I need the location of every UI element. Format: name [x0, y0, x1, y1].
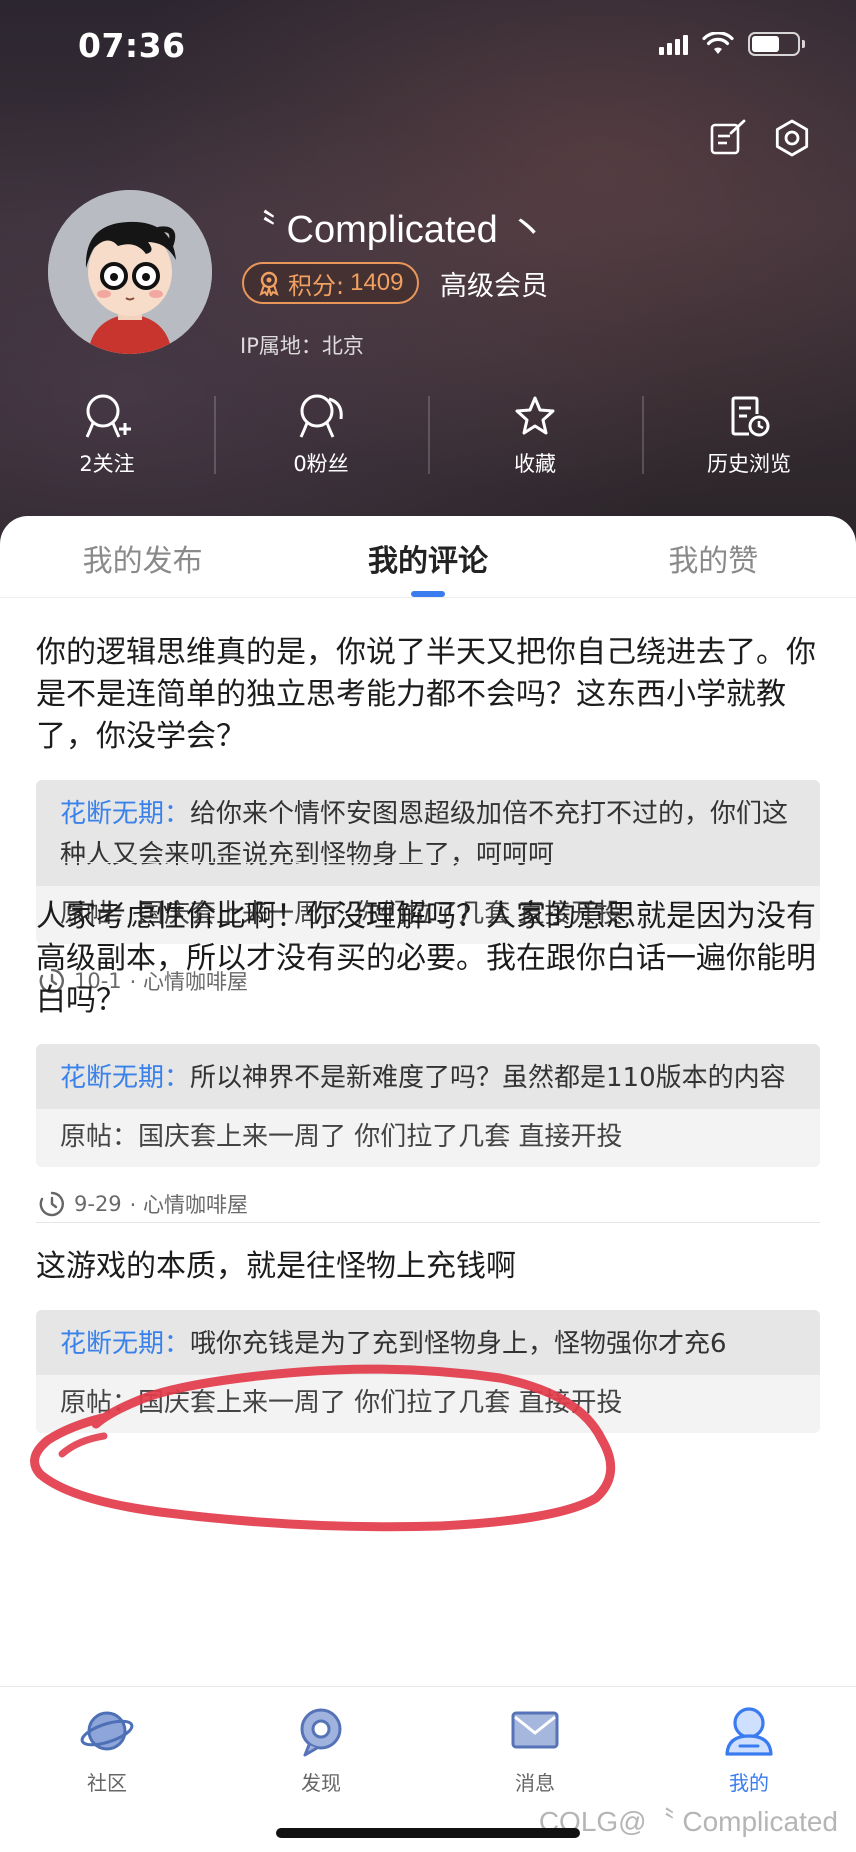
content-card: 我的发布 我的评论 我的赞 你的逻辑思维真的是，你说了半天又把你自己绕进去了。你…	[0, 516, 856, 1686]
divider	[36, 862, 820, 863]
gear-icon	[775, 119, 809, 157]
stat-fans-label: 0粉丝	[293, 452, 349, 476]
nav-messages-label: 消息	[515, 1771, 555, 1795]
reply-author[interactable]: 花断无期：	[60, 1063, 190, 1093]
edit-icon	[710, 119, 746, 155]
history-icon	[731, 396, 770, 437]
watermark: COLG@〝 Complicated	[538, 1806, 838, 1837]
comment-item[interactable]: 人家考虑性价比啊！你没理解吗？人家的意思就是因为没有高级副本，所以才没有买的必要…	[0, 896, 856, 1219]
profile-tabs: 我的发布 我的评论 我的赞	[0, 516, 856, 598]
nav-community[interactable]: 社区	[0, 1687, 214, 1852]
comment-meta: 9-29 · 心情咖啡屋	[38, 1189, 818, 1219]
mail-icon	[511, 1711, 559, 1749]
settings-button[interactable]	[770, 116, 814, 160]
reply-text: 所以神界不是新难度了吗？虽然都是110版本的内容	[190, 1063, 786, 1093]
tab-my-comments[interactable]: 我的评论	[285, 516, 570, 597]
stat-favorites[interactable]: 收藏	[428, 392, 642, 492]
star-icon	[515, 396, 555, 435]
original-post[interactable]: 原帖：国庆套上来一周了 你们拉了几套 直接开投	[36, 1375, 820, 1433]
wifi-icon	[702, 32, 734, 54]
original-post[interactable]: 原帖：国庆套上来一周了 你们拉了几套 直接开投	[36, 1109, 820, 1167]
discover-icon	[300, 1708, 342, 1757]
points-label: 积分:	[288, 271, 345, 300]
home-indicator[interactable]	[276, 1828, 580, 1838]
divider	[36, 1222, 820, 1223]
points-value: 1409	[350, 269, 404, 296]
comment-date: 9-29	[74, 1192, 122, 1216]
quoted-reply[interactable]: 花断无期：哦你充钱是为了充到怪物身上，怪物强你才充6 原帖：国庆套上来一周了 你…	[36, 1310, 820, 1433]
stat-history[interactable]: 历史浏览	[642, 392, 856, 492]
comment-text: 这游戏的本质，就是往怪物上充钱啊	[36, 1249, 516, 1284]
signal-icon	[659, 33, 688, 55]
reply-author[interactable]: 花断无期：	[60, 1329, 190, 1359]
points-badge[interactable]: 积分: 1409	[242, 262, 420, 304]
comment-item[interactable]: 这游戏的本质，就是往怪物上充钱啊 花断无期：哦你充钱是为了充到怪物身上，怪物强你…	[0, 1246, 856, 1433]
comment-board[interactable]: · 心情咖啡屋	[130, 1189, 248, 1219]
comment-text: 人家考虑性价比啊！你没理解吗？人家的意思就是因为没有高级副本，所以才没有买的必要…	[36, 899, 816, 1018]
status-time: 07:36	[78, 26, 186, 65]
reply-author[interactable]: 花断无期：	[60, 799, 190, 829]
tab-my-posts[interactable]: 我的发布	[0, 516, 285, 597]
stat-following[interactable]: 2关注	[0, 392, 214, 492]
nav-profile-label: 我的	[729, 1771, 769, 1795]
reply-text: 哦你充钱是为了充到怪物身上，怪物强你才充6	[190, 1329, 727, 1359]
edit-button[interactable]	[706, 116, 750, 160]
avatar[interactable]	[48, 190, 212, 354]
stat-favorites-label: 收藏	[514, 452, 556, 476]
avatar-image	[48, 190, 212, 354]
fans-icon	[299, 394, 343, 438]
timer-icon	[39, 1191, 64, 1217]
quoted-reply[interactable]: 花断无期：所以神界不是新难度了吗？虽然都是110版本的内容 原帖：国庆套上来一周…	[36, 1044, 820, 1167]
nav-discover-label: 发现	[301, 1771, 341, 1795]
comment-text: 你的逻辑思维真的是，你说了半天又把你自己绕进去了。你是不是连简单的独立思考能力都…	[36, 635, 816, 754]
member-level: 高级会员	[440, 271, 548, 302]
status-icons	[659, 32, 805, 56]
profile-icon	[725, 1707, 773, 1756]
profile-stats: 2关注 0粉丝 收藏 历史浏览	[0, 392, 856, 492]
ip-location: IP属地：北京	[240, 334, 364, 358]
medal-icon	[259, 271, 279, 296]
tab-my-likes[interactable]: 我的赞	[571, 516, 856, 597]
stat-fans[interactable]: 0粉丝	[214, 392, 428, 492]
follow-icon	[85, 394, 131, 438]
planet-icon	[80, 1711, 134, 1751]
battery-icon	[748, 32, 805, 56]
nav-community-label: 社区	[87, 1771, 127, 1795]
stat-following-label: 2关注	[79, 452, 135, 476]
stat-history-label: 历史浏览	[707, 452, 791, 476]
username: 〝 Complicated 丶	[238, 209, 547, 251]
profile-header: 07:36 〝 Complicated 丶 积分: 1409 高级会员 IP属地…	[0, 0, 856, 560]
